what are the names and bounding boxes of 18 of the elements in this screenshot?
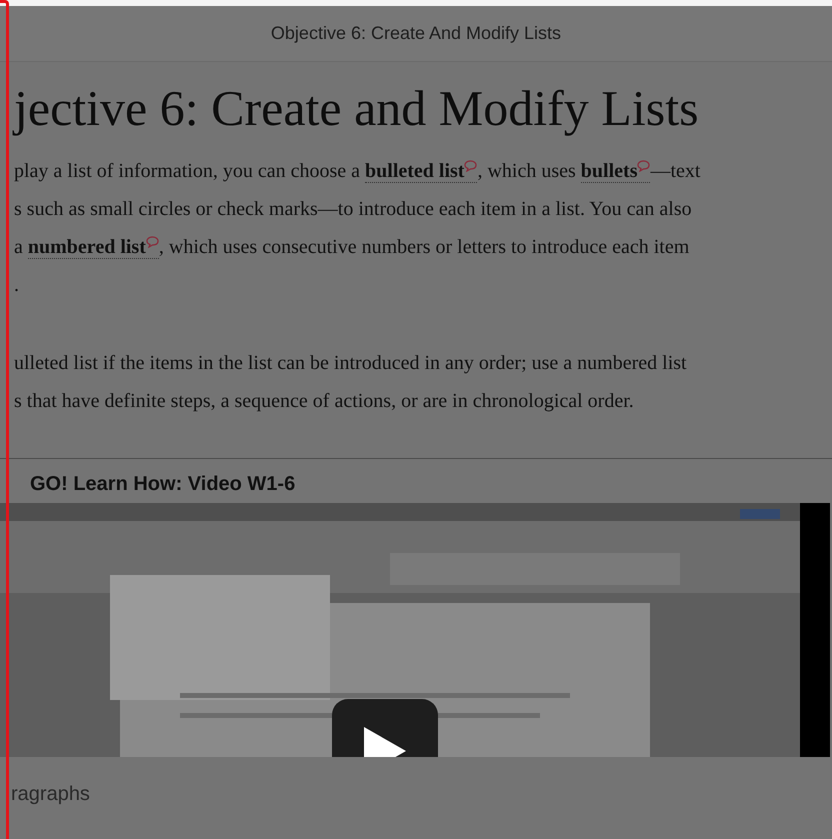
speech-bubble-icon xyxy=(464,160,478,172)
paragraph-line: . xyxy=(14,274,19,296)
header-title: Objective 6: Create And Modify Lists xyxy=(270,22,562,45)
paragraph-line: play a list of information, you can choose a bulleted list , which uses bullets —text xyxy=(14,160,700,183)
paragraph-line: s that have definite steps, a sequence of actions, or are in chronological order. xyxy=(14,390,634,412)
glossary-link[interactable]: numbered list xyxy=(28,236,159,259)
speech-bubble-icon xyxy=(146,236,159,248)
paragraph-line: a numbered list , which uses consecutive numbers or letters to introduce each item xyxy=(14,236,690,259)
speech-bubble-icon xyxy=(637,160,650,172)
page-heading: jective 6: Create and Modify Lists xyxy=(14,79,700,138)
section-title: ragraphs xyxy=(11,783,90,805)
play-icon xyxy=(362,727,408,757)
video-title: GO! Learn How: Video W1-6 xyxy=(30,473,296,495)
glossary-link[interactable]: bullets xyxy=(580,160,650,183)
play-button[interactable] xyxy=(332,699,438,757)
paragraph-line: s such as small circles or check marks—to introduce each item in a list. You can also xyxy=(14,198,692,220)
paragraph-line: ulleted list if the items in the list can be introduced in any order; use a numbered list xyxy=(14,352,687,374)
glossary-link[interactable]: bulleted list xyxy=(365,160,478,183)
